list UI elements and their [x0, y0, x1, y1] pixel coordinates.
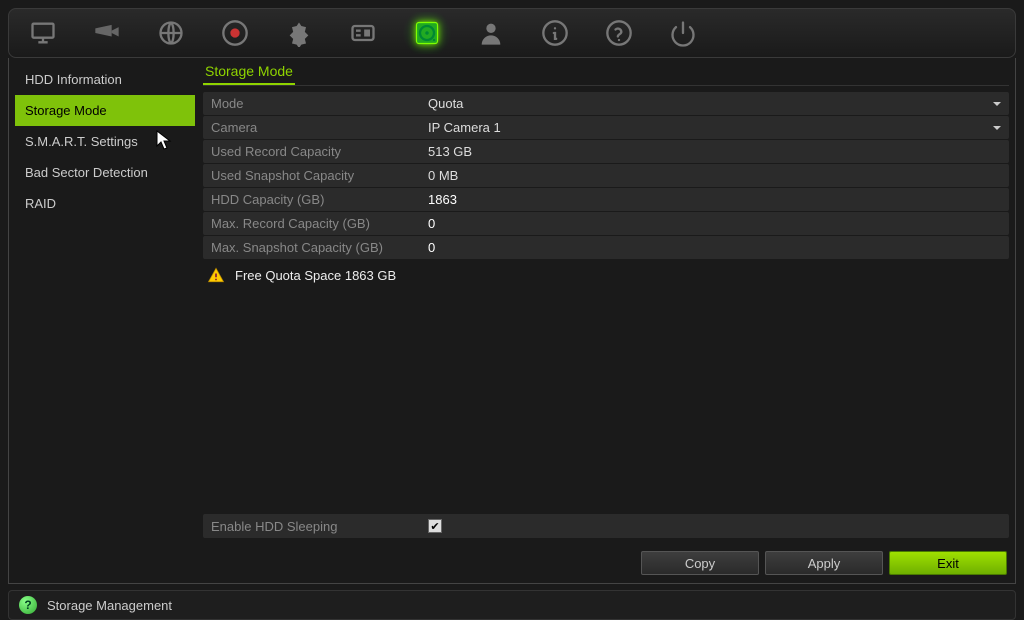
- info-icon[interactable]: [527, 12, 583, 54]
- copy-button[interactable]: Copy: [641, 551, 759, 575]
- help-icon[interactable]: [591, 12, 647, 54]
- settings-icon[interactable]: [335, 12, 391, 54]
- used-snapshot-row: Used Snapshot Capacity 0 MB: [203, 164, 1009, 187]
- used-record-value: 513 GB: [428, 144, 1009, 159]
- enable-sleeping-checkbox[interactable]: ✔: [428, 519, 442, 533]
- sidebar-item-label: S.M.A.R.T. Settings: [25, 134, 138, 149]
- sidebar-item-bad-sector-detection[interactable]: Bad Sector Detection: [15, 157, 195, 188]
- main-toolbar: [8, 8, 1016, 58]
- sidebar-item-raid[interactable]: RAID: [15, 188, 195, 219]
- main-panel: Storage Mode Mode Quota Camera IP Camera…: [195, 64, 1009, 577]
- mode-dropdown[interactable]: Quota: [428, 96, 1009, 111]
- statusbar: ? Storage Management: [8, 590, 1016, 620]
- sidebar-item-label: HDD Information: [25, 72, 122, 87]
- sidebar-item-label: RAID: [25, 196, 56, 211]
- sidebar-item-label: Bad Sector Detection: [25, 165, 148, 180]
- mode-label: Mode: [203, 96, 428, 111]
- used-snapshot-value: 0 MB: [428, 168, 1009, 183]
- chevron-down-icon: [993, 126, 1001, 130]
- max-record-row[interactable]: Max. Record Capacity (GB) 0: [203, 212, 1009, 235]
- record-icon[interactable]: [207, 12, 263, 54]
- help-icon[interactable]: ?: [19, 596, 37, 614]
- sidebar-item-label: Storage Mode: [25, 103, 107, 118]
- max-snapshot-row[interactable]: Max. Snapshot Capacity (GB) 0: [203, 236, 1009, 259]
- camera-label: Camera: [203, 120, 428, 135]
- free-quota-text: Free Quota Space 1863 GB: [235, 268, 396, 283]
- used-record-label: Used Record Capacity: [203, 144, 428, 159]
- sidebar-item-storage-mode[interactable]: Storage Mode: [15, 95, 195, 126]
- enable-sleeping-label: Enable HDD Sleeping: [203, 519, 428, 534]
- tabbar: Storage Mode: [203, 64, 1009, 86]
- max-record-input[interactable]: 0: [428, 216, 1009, 231]
- settings-sidebar: HDD Information Storage Mode S.M.A.R.T. …: [15, 64, 195, 577]
- action-buttons: Copy Apply Exit: [203, 547, 1009, 577]
- alert-icon[interactable]: [271, 12, 327, 54]
- mode-row[interactable]: Mode Quota: [203, 92, 1009, 115]
- exit-button[interactable]: Exit: [889, 551, 1007, 575]
- sidebar-item-smart-settings[interactable]: S.M.A.R.T. Settings: [15, 126, 195, 157]
- camera-dropdown[interactable]: IP Camera 1: [428, 120, 1009, 135]
- sidebar-item-hdd-information[interactable]: HDD Information: [15, 64, 195, 95]
- monitor-icon[interactable]: [15, 12, 71, 54]
- hdd-capacity-value: 1863: [428, 192, 1009, 207]
- hdd-capacity-row: HDD Capacity (GB) 1863: [203, 188, 1009, 211]
- enable-sleeping-row[interactable]: Enable HDD Sleeping ✔: [203, 514, 1009, 538]
- max-snapshot-label: Max. Snapshot Capacity (GB): [203, 240, 428, 255]
- hdd-capacity-label: HDD Capacity (GB): [203, 192, 428, 207]
- hdd-icon[interactable]: [399, 12, 455, 54]
- max-record-label: Max. Record Capacity (GB): [203, 216, 428, 231]
- chevron-down-icon: [993, 102, 1001, 106]
- apply-button[interactable]: Apply: [765, 551, 883, 575]
- tab-storage-mode[interactable]: Storage Mode: [203, 61, 295, 85]
- used-snapshot-label: Used Snapshot Capacity: [203, 168, 428, 183]
- camera-row[interactable]: Camera IP Camera 1: [203, 116, 1009, 139]
- statusbar-label: Storage Management: [47, 598, 172, 613]
- free-quota-warning: Free Quota Space 1863 GB: [203, 260, 1009, 290]
- warning-icon: [207, 266, 225, 284]
- camera-icon[interactable]: [79, 12, 135, 54]
- max-snapshot-input[interactable]: 0: [428, 240, 1009, 255]
- power-icon[interactable]: [655, 12, 711, 54]
- user-icon[interactable]: [463, 12, 519, 54]
- globe-icon[interactable]: [143, 12, 199, 54]
- used-record-row: Used Record Capacity 513 GB: [203, 140, 1009, 163]
